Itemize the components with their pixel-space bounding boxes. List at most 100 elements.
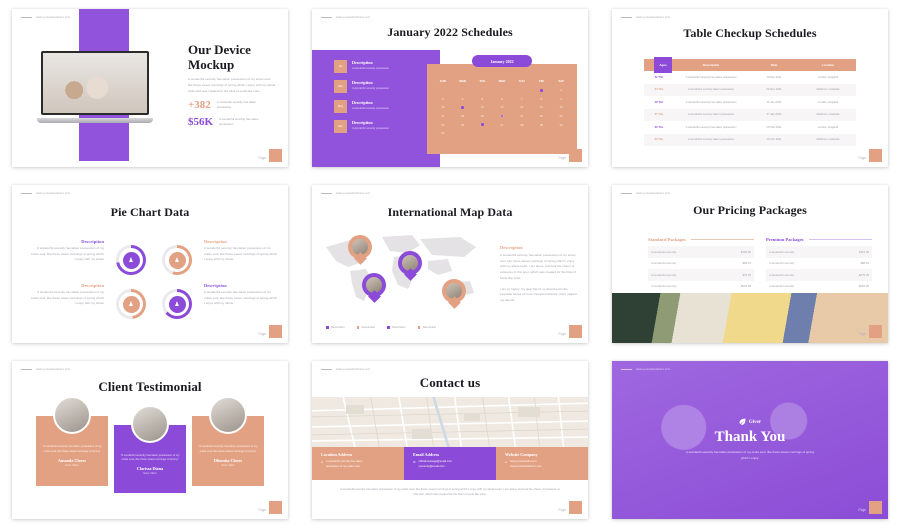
calendar-day[interactable]: 4 [453,95,473,104]
contact-street-map[interactable] [312,397,588,447]
calendar-day[interactable]: 20 [492,112,512,121]
calendar-day[interactable]: 14 [512,103,532,112]
pricing-row[interactable]: A wonderful serenity $654.95 [648,281,754,293]
calendar-grid[interactable]: SUN MON TUE WED THU FRI SAT 1 2 3 4 5 6 7 8 9 10 11 12 13 14… [433,77,571,138]
slide-table-checkup[interactable]: www.yourwebsitehere.com Table Checkup Sc… [612,9,888,167]
legend-item: Description [417,326,436,329]
pricing-label: A wonderful serenity [769,261,795,266]
slide-cell-contact: www.yourwebsitehere.com Contact us Locat… [300,352,600,528]
calendar-day[interactable]: 11 [453,103,473,112]
calendar-day[interactable]: 23 [551,112,571,121]
calendar-day[interactable]: 19 [472,112,492,121]
pricing-row[interactable]: A wonderful serenity $100.00 [648,246,754,258]
pricing-row[interactable]: A wonderful serenity $654.95 [766,281,872,293]
calendar-day[interactable]: 18 [453,112,473,121]
schedule-item[interactable]: May Description A wonderful serenity pos… [334,100,440,113]
pie-ring-card[interactable]: ♟ [116,245,146,275]
slide-device-mockup[interactable]: www.yourwebsitehere.com Our Device Mocku… [12,9,288,167]
calendar-day[interactable]: 29 [532,120,552,129]
cell-description: A wonderful serenity has taken possessio… [685,75,737,79]
pricing-row[interactable]: A wonderful serenity $275.25 [766,269,872,281]
cell-date: 08 Feb 2021 [766,125,782,129]
website-url: www.yourwebsitehere.com [36,192,71,195]
map-pin[interactable] [398,251,422,281]
calendar-day-empty [472,129,492,138]
pricing-row[interactable]: A wonderful serenity $98.25 [648,258,754,270]
calendar-day[interactable]: 13 [492,103,512,112]
calendar-day[interactable]: 7 [512,95,532,104]
calendar-day[interactable]: 9 [551,95,571,104]
contact-block-text: www.yourwebsite.com www.yourwebsitehere.c… [510,460,542,469]
calendar-day[interactable]: 31 [433,129,453,138]
slide-pricing-packages[interactable]: www.yourwebsitehere.com Our Pricing Pack… [612,185,888,343]
calendar-day[interactable]: 30 [551,120,571,129]
slide-january-schedules[interactable]: www.yourwebsitehere.com January 2022 Sch… [312,9,588,167]
calendar-day[interactable]: 21 [512,112,532,121]
schedule-item[interactable]: Mar Description A wonderful serenity pos… [334,80,440,93]
stat-value-2: $56K [188,116,214,129]
schedule-item[interactable]: Jan Description A wonderful serenity pos… [334,60,440,73]
slide-international-map[interactable]: www.yourwebsitehere.com International Ma… [312,185,588,343]
topbar-dash [621,193,632,194]
legend-item: Description [326,326,345,329]
topbar-dash [321,193,332,194]
map-pin[interactable] [362,273,386,303]
calendar-day[interactable]: 26 [472,120,492,129]
page-label: Page [258,156,266,160]
calendar-day[interactable]: 15 [532,103,552,112]
testimonial-quote: "A wonderful serenity has taken possessi… [198,445,258,454]
pricing-row[interactable]: A wonderful serenity $75.25 [648,269,754,281]
slide-contact-us[interactable]: www.yourwebsitehere.com Contact us Locat… [312,361,588,519]
calendar-day[interactable]: 24 [433,120,453,129]
contact-block[interactable]: Email Address ✉ officialmessage@email.com y… [404,447,496,480]
slide-thank-you[interactable]: www.yourwebsitehere.com Giver Thank You … [612,361,888,519]
pie-ring-card[interactable]: ♟ [162,289,192,319]
slide-pagebar: Page [559,325,582,338]
table-row[interactable]: 64 Thn A wonderful serenity taken possess… [644,83,856,96]
testimonial-quote: "A wonderful serenity has taken possessi… [42,445,102,454]
calendar-day[interactable]: 5 [472,95,492,104]
calendar-day[interactable]: 25 [453,120,473,129]
calendar-day[interactable]: 16 [551,103,571,112]
pie-ring-card[interactable]: ♟ [162,245,192,275]
contact-block[interactable]: Website Company ● www.yourwebsite.com www.y… [496,447,588,480]
legend-label: Description [331,326,345,329]
map-pin[interactable] [442,279,466,309]
thank-you-content: Giver Thank You A wonderful serenity has… [612,361,888,519]
calendar-day[interactable]: 6 [492,95,512,104]
calendar-day[interactable]: 1 [532,86,552,95]
slide-client-testimonial[interactable]: www.yourwebsitehere.com Client Testimoni… [12,361,288,519]
table-row[interactable]: 52 Thn A wonderful serenity has taken pos… [644,71,856,84]
calendar-day[interactable]: 8 [532,95,552,104]
calendar-day[interactable]: 12 [472,103,492,112]
testimonial-name: Dhionita Cloers [213,458,243,464]
stat-note-2: A wonderful serenity has taken possessio… [219,117,259,127]
calendar-day[interactable]: 27 [492,120,512,129]
table-row[interactable]: 53 Thn A wonderful serenity taken possess… [644,133,856,146]
col-location: Location [821,63,835,67]
calendar-day[interactable]: 3 [433,95,453,104]
pie-ring-card[interactable]: ♟ [116,289,146,319]
calendar-day[interactable]: 10 [433,103,453,112]
table-row[interactable]: 66 Thn A wonderful serenity has taken pos… [644,121,856,134]
calendar-month-pill[interactable]: January 2022 [472,55,532,67]
pricing-label: A wonderful serenity [651,284,677,289]
contact-block[interactable]: Location Address ● A wonderful serenity ha… [312,447,404,480]
world-map[interactable] [320,227,488,315]
schedule-item[interactable]: Dec Description A wonderful serenity pos… [334,120,440,133]
calendar-day[interactable]: 17 [433,112,453,121]
map-pin[interactable] [348,235,372,265]
calendar-day[interactable]: 2 [551,86,571,95]
pricing-row[interactable]: A wonderful serenity $115.00 [766,246,872,258]
table-row[interactable]: 57 Thn A wonderful serenity taken possess… [644,108,856,121]
person-running-icon: ♟ [122,251,140,269]
page-title: Client Testimonial [98,379,202,394]
calendar-day[interactable]: 22 [532,112,552,121]
calendar-day[interactable]: 28 [512,120,532,129]
slide-pie-chart-data[interactable]: www.yourwebsitehere.com Pie Chart Data ♟… [12,185,288,343]
progress-ring: ♟ [162,289,192,319]
avatar [131,405,169,443]
pricing-amount: $75.25 [742,272,751,277]
pricing-row[interactable]: A wonderful serenity $98.25 [766,258,872,270]
table-row[interactable]: 48 Thn A wonderful serenity has taken pos… [644,96,856,109]
